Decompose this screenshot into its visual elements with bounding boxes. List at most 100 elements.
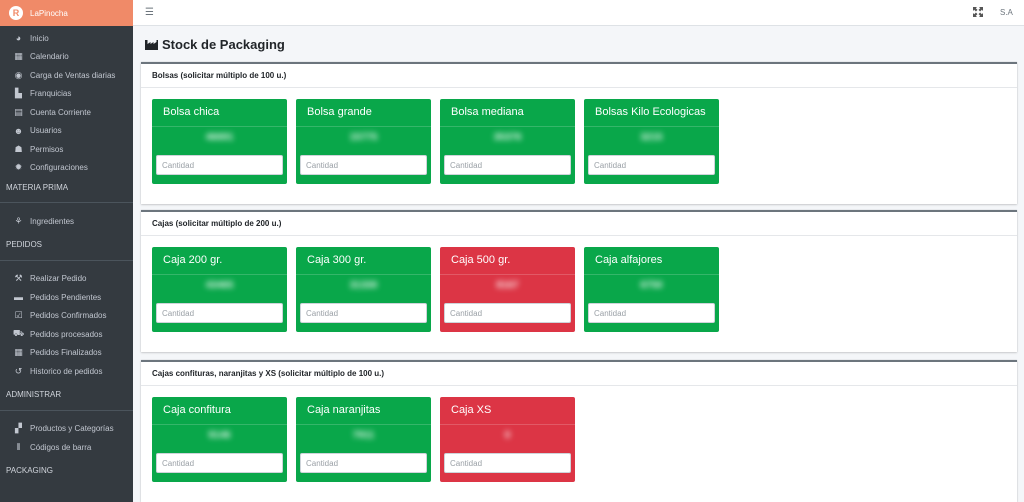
tile-title: Caja 200 gr. [163,254,223,266]
sidebar-item-label: Códigos de barra [30,442,92,452]
tile-title: Caja XS [451,404,492,416]
quantity-input[interactable] [300,453,427,473]
barcode-icon: ⦀ [16,441,21,452]
sidebar-item-label: Ingredientes [30,216,75,226]
stock-tile: Caja 200 gr. 43465 [152,247,287,332]
card-title: Cajas (solicitar múltiplo de 200 u.) [141,212,1017,236]
quantity-input[interactable] [588,155,715,175]
coins-icon: ◉ [14,69,23,80]
sidebar-item-pedidos-pendientes[interactable]: ▬ Pedidos Pendientes [0,288,133,307]
section-header-materia-prima: MATERIA PRIMA [6,182,69,192]
sidebar-item-cuenta-corriente[interactable]: ▤ Cuenta Corriente [0,103,133,122]
quantity-input[interactable] [156,303,283,323]
tile-title: Caja naranjitas [307,404,381,416]
sidebar-item-historico-de-pedidos[interactable]: ↺ Historico de pedidos [0,362,133,381]
shipping-icon: ▬ [14,292,23,303]
people-carry-icon: ⚒ [14,273,23,284]
sidebar-item-label: Calendario [30,52,69,62]
quantity-input[interactable] [444,453,571,473]
sidebar-item-label: Pedidos procesados [30,329,103,339]
stock-value: 15775 [349,132,378,143]
sidebar-item-configuraciones[interactable]: ✹ Configuraciones [0,159,133,178]
section-header-packaging: PACKAGING [6,466,53,475]
sidebar-item-productos-y-categorías[interactable]: ▞ Productos y Categorías [0,420,133,439]
sidebar-item-pedidos-confirmados[interactable]: ☑ Pedidos Confirmados [0,307,133,326]
stock-value: 31330 [349,280,378,291]
sidebar-item-label: Pedidos Pendientes [30,292,102,302]
users-icon: ☻ [13,125,24,136]
sidebar-item-label: Carga de Ventas diarias [30,70,116,80]
history-icon: ↺ [14,365,23,376]
stock-tile: Caja 500 gr. 8167 [440,247,575,332]
stock-tile: Caja alfajores 6750 [584,247,719,332]
tile-title: Bolsa grande [307,106,372,118]
sidebar-item-label: Permisos [30,144,64,154]
sidebar: R LaPinocha ◕ Inicio ▦ Calendario ◉ Carga de … [0,0,133,502]
divider [0,259,133,261]
section-header-administrar: ADMINISTRAR [6,390,62,399]
stock-card: Cajas (solicitar múltiplo de 200 u.) Caja… [141,210,1017,352]
stock-value: 6750 [640,280,663,291]
stock-tile: Caja naranjitas 7911 [296,397,431,482]
stock-value: 46691 [205,132,234,143]
stock-value: 3215 [640,132,663,143]
sidebar-item-ingredientes[interactable]: ⚘ Ingredientes [0,212,133,231]
file-invoice-icon: ▤ [14,106,23,117]
divider [152,274,287,275]
quantity-input[interactable] [588,303,715,323]
fullscreen-icon[interactable] [973,7,983,17]
brand-link[interactable]: R LaPinocha [0,0,133,26]
user-menu[interactable]: S.A [1000,8,1013,17]
tile-title: Bolsas Kilo Ecologicas [595,106,706,118]
divider [440,274,575,275]
sidebar-item-usuarios[interactable]: ☻ Usuarios [0,122,133,141]
sidebar-item-pedidos-procesados[interactable]: ⛟ Pedidos procesados [0,325,133,344]
divider [0,409,133,411]
stock-tile: Bolsa mediana 35376 [440,99,575,184]
quantity-input[interactable] [300,303,427,323]
boxes-icon: ▞ [15,423,22,434]
tile-title: Bolsa chica [163,106,220,118]
stock-tile: Caja confitura 9146 [152,397,287,482]
stock-value: 43465 [205,280,234,291]
check-square-icon: ☑ [14,310,23,321]
palette-icon: ◕ [15,33,22,44]
sidebar-item-códigos-de-barra[interactable]: ⦀ Códigos de barra [0,438,133,457]
gear-icon: ✹ [14,162,23,173]
stock-value: 0 [504,430,511,441]
user-lock-icon: ☗ [14,143,23,154]
sidebar-item-label: Pedidos Finalizados [30,348,102,358]
topbar: ☰ S.A [133,0,1024,26]
stock-tile: Bolsa chica 46691 [152,99,287,184]
industry-icon [145,40,158,50]
divider [296,126,431,127]
quantity-input[interactable] [444,303,571,323]
industry-icon: ▙ [15,88,22,99]
divider [152,424,287,425]
sidebar-item-label: Realizar Pedido [30,274,87,284]
sidebar-item-pedidos-finalizados[interactable]: ▦ Pedidos Finalizados [0,344,133,363]
sidebar-item-franquicias[interactable]: ▙ Franquicias [0,85,133,104]
sidebar-item-inicio[interactable]: ◕ Inicio [0,29,133,48]
card-title: Cajas confituras, naranjitas y XS (solic… [141,362,1017,386]
divider [584,274,719,275]
stock-card: Bolsas (solicitar múltiplo de 100 u.) Bol… [141,62,1017,204]
quantity-input[interactable] [444,155,571,175]
stock-value: 8167 [496,280,519,291]
truck-loading-icon: ⛟ [12,328,25,339]
quantity-input[interactable] [156,155,283,175]
sidebar-item-carga-de-ventas-diarias[interactable]: ◉ Carga de Ventas diarias [0,66,133,85]
quantity-input[interactable] [300,155,427,175]
sidebar-item-permisos[interactable]: ☗ Permisos [0,140,133,159]
sidebar-item-realizar-pedido[interactable]: ⚒ Realizar Pedido [0,270,133,289]
tile-title: Bolsa mediana [451,106,524,118]
sidebar-item-calendario[interactable]: ▦ Calendario [0,48,133,67]
menu-toggle-icon[interactable]: ☰ [145,7,154,18]
tile-title: Caja confitura [163,404,231,416]
sidebar-item-label: Historico de pedidos [30,366,103,376]
sidebar-item-label: Cuenta Corriente [30,107,91,117]
card-title: Bolsas (solicitar múltiplo de 100 u.) [141,64,1017,88]
sidebar-item-label: Configuraciones [30,163,88,173]
quantity-input[interactable] [156,453,283,473]
sidebar-item-label: Usuarios [30,126,62,136]
